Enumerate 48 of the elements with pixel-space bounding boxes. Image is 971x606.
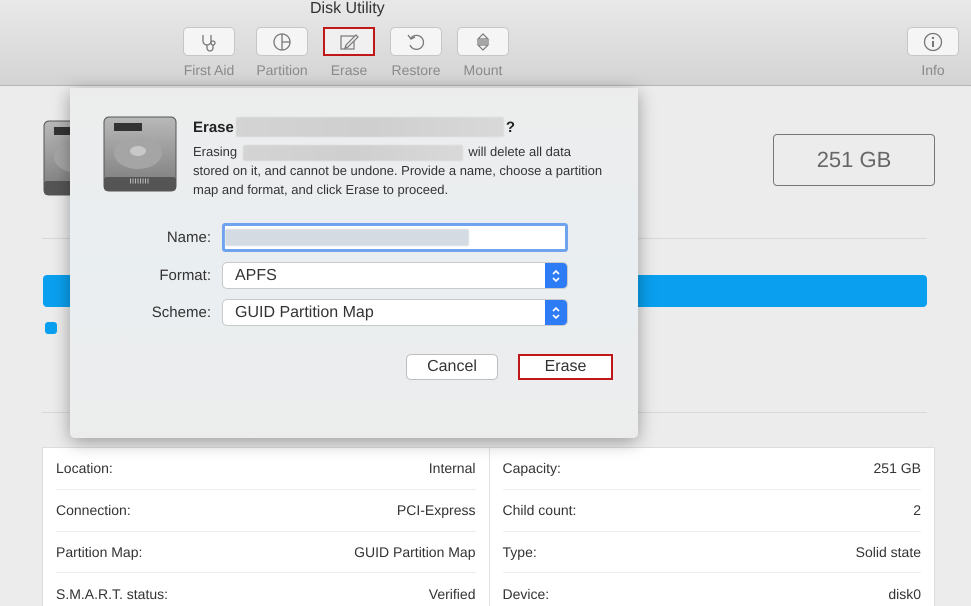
info-label: Partition Map: (56, 544, 142, 560)
info-label: S.M.A.R.T. status: (56, 586, 168, 602)
toolbar-label: Info (921, 62, 945, 78)
info-value: Solid state (856, 544, 921, 560)
toolbar-button[interactable] (457, 27, 509, 56)
info-label: Type: (502, 544, 537, 560)
info-value: GUID Partition Map (354, 544, 476, 560)
window-title: Disk Utility (310, 0, 385, 18)
toolbar-label: Partition (256, 62, 308, 78)
dialog-title: Erase (193, 118, 234, 136)
toolbar-label: First Aid (184, 62, 234, 78)
field-label: Format: (158, 267, 211, 284)
info-label: Connection: (56, 502, 131, 518)
info-label: Location: (56, 460, 113, 476)
up-down-chevron-icon (551, 304, 561, 320)
info-label: Capacity: (502, 460, 561, 476)
name-field[interactable] (222, 223, 568, 252)
info-value: Verified (428, 586, 476, 602)
circular-arrow-icon (405, 32, 427, 52)
pencil-square-icon (338, 32, 360, 52)
up-down-chevron-icon (551, 268, 561, 284)
toolbar-button[interactable] (323, 27, 375, 56)
popup-menu[interactable]: GUID Partition Map (222, 299, 568, 326)
info-value: disk0 (888, 586, 921, 602)
info-label: Child count: (502, 502, 576, 518)
field-label: Scheme: (150, 304, 211, 321)
toolbar-button[interactable] (390, 27, 442, 56)
pie-chart-icon (271, 32, 293, 52)
erase-button[interactable]: Erase (518, 354, 613, 380)
info-icon (922, 32, 944, 52)
toolbar-label: Mount (464, 62, 502, 78)
info-value: Internal (428, 460, 476, 476)
field-label: Name: (166, 229, 211, 246)
info-value: 251 GB (874, 460, 921, 476)
popup-menu[interactable]: APFS (222, 262, 568, 289)
info-label: Device: (502, 586, 550, 602)
toolbar-button[interactable] (256, 27, 308, 56)
toolbar-button[interactable] (907, 27, 959, 56)
info-value: PCI-Express (396, 502, 476, 518)
dialog-message: Erasing will delete all data stored on it, and cannot be undone. Provide a name, choose a partition map and format, and click Erase to proceed. (193, 143, 603, 199)
toolbar-label: Restore (391, 62, 441, 78)
capacity-box: 251 GB (773, 134, 935, 186)
toolbar-button[interactable] (183, 27, 235, 56)
info-value: 2 (913, 502, 921, 518)
dialog-title: ? (506, 118, 516, 136)
cancel-button[interactable]: Cancel (406, 354, 498, 380)
hard-drive-icon (102, 115, 178, 193)
toolbar-label: Erase (330, 62, 368, 78)
